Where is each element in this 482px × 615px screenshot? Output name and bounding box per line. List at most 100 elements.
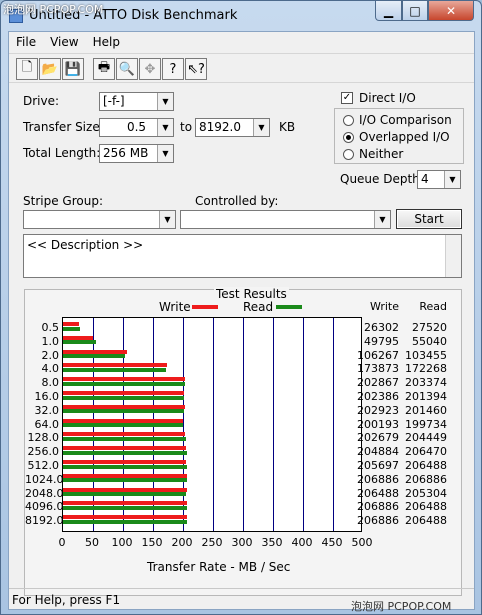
- read-value: 205304: [405, 486, 447, 500]
- read-bar: [63, 409, 184, 414]
- queue-depth-label: Queue Depth:: [340, 172, 424, 186]
- minimize-button[interactable]: ▁: [375, 1, 402, 21]
- grid-line: [213, 318, 214, 531]
- row-label: 64.0: [34, 417, 60, 431]
- write-value: 205697: [357, 459, 399, 472]
- write-bar: [63, 418, 184, 423]
- write-value: 202867: [357, 376, 399, 390]
- write-value: 206886: [357, 500, 399, 514]
- read-bar: [63, 492, 187, 497]
- write-value: 26302: [364, 321, 399, 334]
- write-value: 202679: [357, 431, 399, 445]
- read-value: 203374: [405, 376, 447, 390]
- stripe-group-label: Stripe Group:: [23, 194, 103, 208]
- read-bar: [63, 381, 186, 386]
- legend-write-label: Write: [159, 300, 191, 314]
- x-tick-label: 200: [171, 536, 193, 549]
- row-label: 1024.0: [25, 472, 64, 486]
- menu-file[interactable]: File: [9, 32, 43, 52]
- x-tick-label: 150: [141, 536, 163, 549]
- title-bar[interactable]: Untitled - ATTO Disk Benchmark 泡泡网 PCPOP…: [1, 1, 481, 31]
- row-label: 16.0: [34, 390, 60, 403]
- print-button[interactable]: 🖶: [93, 58, 115, 80]
- io-mode-group: I/O Comparison Overlapped I/O Neither: [334, 108, 464, 164]
- drive-label: Drive:: [23, 94, 60, 108]
- x-tick-label: 450: [321, 536, 343, 549]
- chevron-down-icon: ▼: [157, 145, 173, 162]
- move-icon: ✥: [144, 61, 156, 77]
- write-value: 206488: [357, 486, 399, 500]
- chevron-down-icon: ▼: [253, 119, 269, 136]
- transfer-from-select[interactable]: 0.5 ▼: [99, 118, 174, 137]
- row-label: 8192.0: [25, 514, 64, 528]
- row-label: 4.0: [41, 362, 60, 376]
- results-title: Test Results: [214, 287, 289, 301]
- col-read-header: Read: [419, 300, 447, 313]
- context-help-icon: ⇖?: [187, 61, 205, 77]
- menu-help[interactable]: Help: [86, 32, 127, 52]
- save-button[interactable]: 💾: [62, 58, 84, 80]
- neither-radio[interactable]: [343, 149, 354, 160]
- legend-read-label: Read: [243, 300, 274, 314]
- x-tick-label: 100: [111, 536, 133, 549]
- help-button[interactable]: ?: [162, 58, 184, 80]
- write-bar: [63, 446, 186, 451]
- description-text: << Description >>: [27, 238, 144, 252]
- open-button[interactable]: 📂: [39, 58, 61, 80]
- write-value: 49795: [364, 334, 399, 348]
- controlled-by-select[interactable]: ▼: [180, 210, 391, 229]
- legend-read-swatch: [276, 305, 302, 309]
- move-button[interactable]: ✥: [139, 58, 161, 80]
- total-length-select[interactable]: 256 MB ▼: [99, 144, 174, 163]
- read-bar: [63, 423, 183, 428]
- read-value: 206470: [405, 445, 447, 459]
- overlapped-io-radio[interactable]: [343, 132, 354, 143]
- read-value: 55040: [412, 334, 447, 348]
- write-bar: [63, 322, 79, 326]
- neither-label: Neither: [359, 147, 404, 161]
- grid-line: [303, 318, 304, 531]
- x-tick-label: 500: [351, 536, 373, 549]
- io-comparison-radio[interactable]: [343, 115, 354, 126]
- row-label: 256.0: [27, 445, 60, 459]
- stripe-group-select[interactable]: ▼: [23, 210, 176, 229]
- read-bar: [63, 395, 184, 400]
- write-bar: [63, 487, 187, 492]
- context-help-button[interactable]: ⇖?: [185, 58, 207, 80]
- maximize-button[interactable]: □: [402, 1, 428, 21]
- queue-depth-select[interactable]: 4 ▼: [417, 170, 461, 189]
- print-preview-button[interactable]: 🔍: [116, 58, 138, 80]
- start-button[interactable]: Start: [396, 209, 462, 229]
- row-label: 8.0: [41, 376, 60, 390]
- menu-view[interactable]: View: [43, 32, 85, 52]
- minimize-icon: ▁: [383, 3, 394, 18]
- row-label: 4096.0: [25, 500, 64, 514]
- close-button[interactable]: ✕: [428, 1, 474, 21]
- transfer-size-label: Transfer Size:: [23, 120, 104, 134]
- drive-select[interactable]: [-f-] ▼: [99, 92, 174, 111]
- description-scrollbar[interactable]: [445, 235, 461, 277]
- transfer-from-value: 0.5: [126, 120, 147, 134]
- legend-write-swatch: [192, 305, 218, 309]
- results-chart: [62, 317, 362, 532]
- transfer-to-select[interactable]: 8192.0 ▼: [195, 118, 270, 137]
- read-bar: [63, 326, 80, 331]
- app-window: Untitled - ATTO Disk Benchmark 泡泡网 PCPOP…: [0, 0, 482, 615]
- write-bar: [63, 349, 127, 354]
- close-icon: ✕: [445, 3, 457, 18]
- new-icon: 🗋: [21, 60, 33, 75]
- new-button[interactable]: 🗋: [16, 58, 38, 80]
- client-area: File View Help 🗋 📂 💾 🖶 🔍 ✥ ? ⇖? Drive: […: [8, 31, 475, 610]
- write-bar: [63, 335, 93, 340]
- total-length-value: 256 MB: [103, 146, 149, 160]
- description-field[interactable]: << Description >>: [23, 234, 462, 278]
- row-label: 0.5: [41, 321, 60, 334]
- x-tick-label: 400: [291, 536, 313, 549]
- x-tick-label: 300: [231, 536, 253, 549]
- direct-io-checkbox[interactable]: ✓: [341, 92, 353, 104]
- write-bar: [63, 377, 185, 382]
- to-label: to: [180, 120, 193, 134]
- row-label: 2048.0: [25, 486, 64, 500]
- write-value: 202386: [357, 390, 399, 403]
- queue-depth-value: 4: [421, 172, 429, 186]
